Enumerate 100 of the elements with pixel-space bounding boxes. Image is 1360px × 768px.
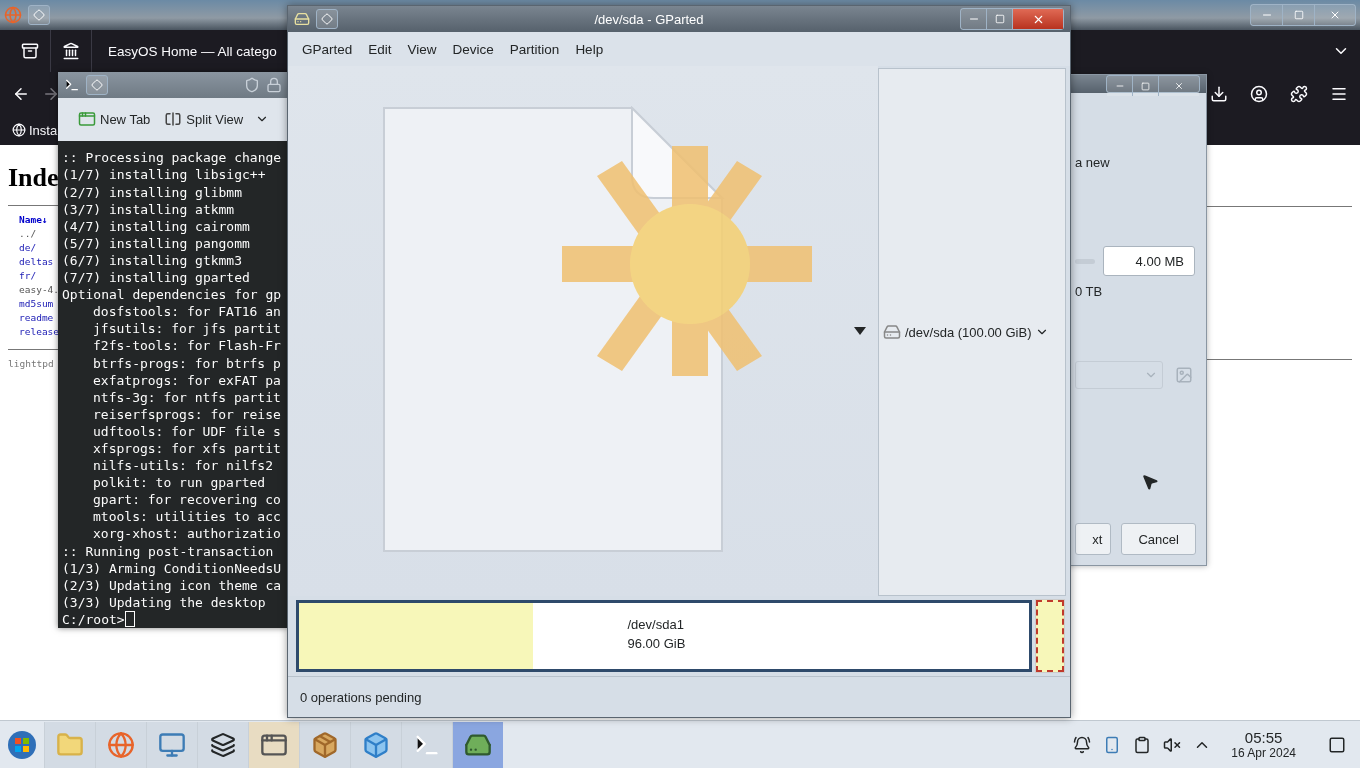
terminal-prompt: C:/root>	[62, 610, 125, 628]
maximize-icon	[994, 14, 1005, 24]
landmark-icon[interactable]	[62, 42, 80, 60]
file-link[interactable]: de/	[19, 242, 37, 253]
diamond-icon	[321, 13, 333, 25]
terminal-line: mtools: utilities to acc	[92, 508, 282, 526]
terminal-line: reiserfsprogs: for reise	[92, 405, 282, 423]
clock-time[interactable]: 05:55	[1244, 729, 1283, 746]
menu-item[interactable]: Help	[569, 37, 610, 61]
window-title: /dev/sda - GParted	[593, 11, 705, 27]
file-link[interactable]: release	[19, 326, 60, 337]
mute-icon[interactable]	[1163, 735, 1182, 754]
diamond-icon	[91, 78, 103, 91]
restore-icon	[1293, 10, 1304, 20]
window-menu-button[interactable]	[86, 74, 108, 95]
window-menu-button[interactable]	[28, 5, 50, 25]
archive-icon[interactable]	[21, 42, 39, 60]
puzzle-icon[interactable]	[1290, 84, 1308, 103]
terminal-line: (5/7) installing pangomm	[62, 234, 251, 252]
terminal-line: Optional dependencies for gp	[62, 286, 283, 304]
browser-logo-icon	[4, 6, 22, 24]
terminal-line: xfsprogs: for xfs partit	[92, 439, 282, 458]
globe-icon	[107, 730, 135, 759]
file-link[interactable]: ../	[19, 228, 37, 239]
terminal-line: xorg-xhost: authorizatio	[92, 525, 282, 543]
new-tab-icon	[78, 110, 96, 129]
shield-icon	[244, 76, 260, 93]
menu-item[interactable]: GParted	[296, 37, 359, 61]
maximize-icon	[1141, 81, 1150, 91]
account-icon[interactable]	[1250, 84, 1268, 103]
clock-date[interactable]: 16 Apr 2024	[1231, 746, 1296, 760]
terminal-line: (4/7) installing cairomm	[62, 217, 251, 235]
menu-item[interactable]: Edit	[362, 37, 398, 61]
terminal-line: (1/3) Arming ConditionNeedsU	[62, 559, 283, 577]
close-button[interactable]	[1159, 76, 1199, 96]
menu-item[interactable]: Partition	[503, 37, 566, 61]
new-tab-button[interactable]: New Tab	[76, 108, 153, 131]
split-view-button[interactable]: Split View	[162, 108, 246, 131]
terminal-line: (2/7) installing glibmm	[62, 183, 243, 201]
show-desktop-icon[interactable]	[1328, 735, 1346, 754]
size-field[interactable]: 4.00 MB	[1103, 246, 1195, 276]
taskbar-app[interactable]	[197, 721, 248, 768]
package-icon	[311, 730, 339, 759]
terminal-line: (3/7) installing atkmm	[62, 200, 236, 218]
slider-track[interactable]	[1075, 258, 1095, 264]
close-button[interactable]	[1013, 9, 1063, 29]
column-header[interactable]: Name↓	[19, 214, 48, 225]
close-icon	[1329, 9, 1341, 21]
restore-button[interactable]	[1283, 5, 1315, 25]
menu-item[interactable]: View	[401, 37, 443, 61]
file-link[interactable]: deltas	[19, 256, 54, 267]
menu-item[interactable]: Device	[446, 37, 500, 61]
text-cursor	[124, 611, 135, 628]
next-button[interactable]: xt	[1075, 523, 1112, 555]
partition-name: /dev/sda1	[627, 617, 685, 632]
cancel-button[interactable]: Cancel	[1121, 523, 1196, 555]
minimize-button[interactable]	[1107, 76, 1133, 96]
terminal-line: btrfs-progs: for btrfs p	[92, 354, 282, 372]
clipboard-icon[interactable]	[1133, 735, 1152, 754]
terminal-line: udftools: for UDF file s	[92, 422, 282, 440]
taskbar-app[interactable]	[248, 721, 299, 768]
maximize-button[interactable]	[1133, 76, 1159, 96]
file-link[interactable]: readme	[19, 312, 54, 323]
terminal-line: ntfs-3g: for ntfs partit	[92, 388, 282, 406]
mouse-cursor-icon	[1141, 473, 1159, 491]
folder-icon	[56, 730, 84, 759]
window-menu-button[interactable]	[316, 9, 338, 29]
device-dropdown[interactable]: /dev/sda (100.00 GiB)	[879, 323, 1054, 341]
monitor-icon	[158, 730, 186, 759]
partition-size: 96.00 GiB	[627, 636, 686, 651]
close-icon	[1174, 81, 1184, 91]
minimize-button[interactable]	[1251, 5, 1283, 25]
taskbar-app[interactable]	[452, 721, 503, 768]
terminal-line: nilfs-utils: for nilfs2	[92, 457, 274, 475]
terminal-line: (2/3) Updating icon theme ca	[62, 576, 283, 594]
server-footer: lighttpd	[8, 358, 66, 369]
maximize-button[interactable]	[987, 9, 1013, 29]
globe-icon	[12, 123, 26, 137]
download-icon[interactable]	[1210, 84, 1228, 103]
status-text: 0 operations pending	[300, 689, 422, 705]
bookmark-link[interactable]: Insta	[29, 122, 58, 138]
small-partition-block[interactable]	[1036, 600, 1064, 672]
file-link[interactable]: md5sum	[19, 298, 54, 309]
cube-icon	[362, 730, 390, 759]
terminal-line: :: Processing package change	[62, 149, 283, 167]
terminal-line: polkit: to run gparted	[92, 474, 267, 492]
max-size-text: 0 TB	[1075, 284, 1104, 299]
file-link[interactable]: easy-4.	[19, 284, 60, 295]
terminal-line: (3/3) Updating the desktop	[62, 593, 267, 611]
terminal-line: f2fs-tools: for Flash-Fr	[92, 337, 282, 355]
bell-icon[interactable]	[1073, 735, 1092, 754]
tab-title[interactable]: EasyOS Home — All catego	[108, 43, 277, 59]
partition-block[interactable]: /dev/sda1 96.00 GiB	[296, 600, 1032, 672]
split-view-icon	[164, 110, 183, 129]
dropdown-caret-icon[interactable]	[854, 327, 866, 335]
file-link[interactable]: fr/	[19, 270, 37, 281]
stacked-windows-icon	[210, 731, 236, 758]
minimize-button[interactable]	[961, 9, 987, 29]
dialog-text: a new	[1075, 155, 1111, 170]
page-heading: Inde	[8, 163, 60, 193]
